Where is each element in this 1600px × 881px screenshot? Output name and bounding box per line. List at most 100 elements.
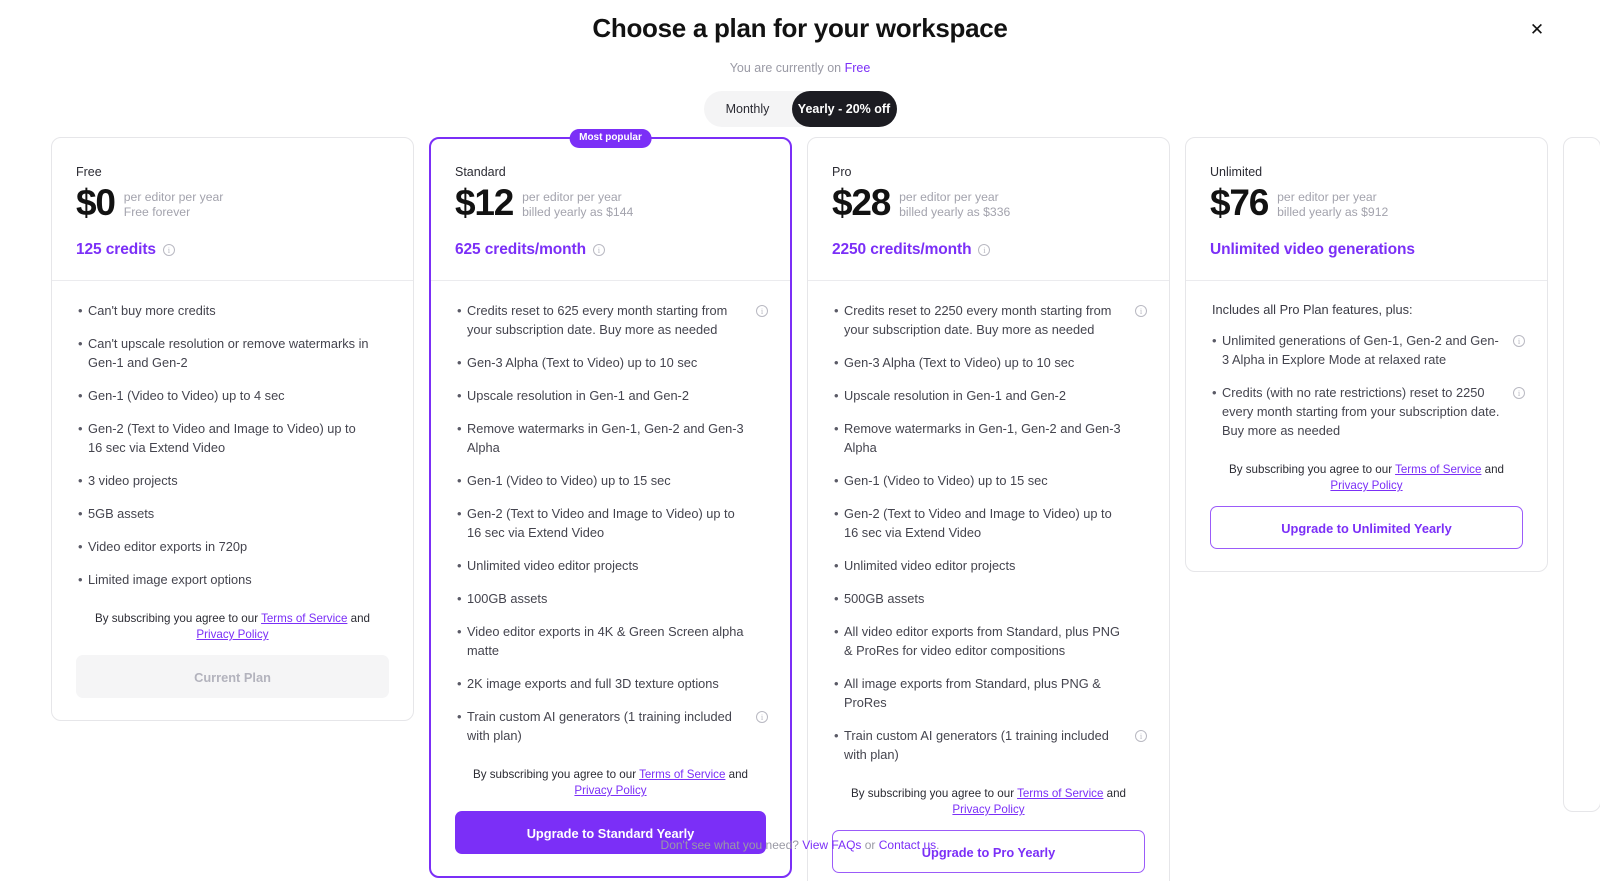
plan-feature-text: Unlimited generations of Gen-1, Gen-2 an…	[1222, 333, 1499, 367]
plan-feature-item: • Unlimited generations of Gen-1, Gen-2 a…	[1212, 331, 1525, 369]
plan-price-subtext: per editor per year billed yearly as $336	[899, 190, 1010, 223]
plan-price-subtext: per editor per year billed yearly as $912	[1277, 190, 1388, 223]
info-icon[interactable]: i	[756, 305, 768, 317]
plan-feature-text: Video editor exports in 720p	[88, 539, 248, 554]
privacy-policy-link[interactable]: Privacy Policy	[196, 628, 268, 641]
modal-header: Choose a plan for your workspace You are…	[0, 0, 1600, 127]
bullet-icon: •	[1212, 333, 1217, 348]
plan-cta-button[interactable]: Upgrade to Unlimited Yearly	[1210, 506, 1523, 549]
close-icon[interactable]: ✕	[1526, 18, 1548, 40]
plan-feature-item: • Video editor exports in 720p	[78, 537, 391, 556]
plan-price-subtext: per editor per year billed yearly as $144	[522, 190, 633, 223]
bullet-icon: •	[457, 506, 462, 521]
info-icon[interactable]: i	[1513, 387, 1525, 399]
info-icon[interactable]: i	[162, 244, 175, 256]
plan-feature-item: • Credits reset to 2250 every month start…	[834, 301, 1147, 339]
info-icon[interactable]: i	[756, 711, 768, 723]
bullet-icon: •	[78, 572, 83, 587]
plan-feature-item: • Can't upscale resolution or remove wate…	[78, 334, 391, 372]
current-plan-name: Free	[844, 61, 871, 75]
info-icon[interactable]: i	[978, 244, 991, 256]
plan-feature-text: 500GB assets	[844, 591, 925, 606]
privacy-policy-link[interactable]: Privacy Policy	[952, 803, 1024, 816]
plan-feature-text: Remove watermarks in Gen-1, Gen-2 and Ge…	[844, 421, 1121, 455]
plan-features-list: Includes all Pro Plan features, plus: • Un…	[1186, 281, 1547, 454]
plan-feature-text: Remove watermarks in Gen-1, Gen-2 and Ge…	[467, 421, 744, 455]
terms-of-service-link[interactable]: Terms of Service	[261, 612, 347, 625]
privacy-policy-link[interactable]: Privacy Policy	[574, 784, 646, 797]
plan-feature-item: • Credits reset to 625 every month starti…	[457, 301, 768, 339]
bullet-icon: •	[457, 303, 462, 318]
plan-feature-text: All image exports from Standard, plus PN…	[844, 676, 1101, 710]
plan-feature-item: • All video editor exports from Standard,…	[834, 622, 1147, 660]
plan-price: $0	[76, 182, 116, 223]
terms-of-service-link[interactable]: Terms of Service	[1017, 787, 1103, 800]
plan-credits: Unlimited video generations	[1210, 241, 1415, 258]
bullet-icon: •	[78, 303, 83, 318]
plan-feature-text: Gen-2 (Text to Video and Image to Video)…	[88, 421, 356, 455]
billing-option-monthly[interactable]: Monthly	[704, 91, 792, 127]
current-plan-status: You are currently on Free	[0, 60, 1600, 76]
bullet-icon: •	[78, 473, 83, 488]
bullet-icon: •	[834, 676, 839, 691]
plan-price-subtext: per editor per year Free forever	[124, 190, 224, 223]
plan-feature-text: 5GB assets	[88, 506, 155, 521]
legal-and: and	[1481, 463, 1504, 476]
bullet-icon: •	[834, 473, 839, 488]
plan-feature-item: • All image exports from Standard, plus P…	[834, 674, 1147, 712]
plan-feature-text: Credits (with no rate restrictions) rese…	[1222, 385, 1500, 438]
bottom-note-prefix: Don't see what you need?	[660, 838, 803, 852]
plan-feature-text: Gen-2 (Text to Video and Image to Video)…	[844, 506, 1112, 540]
plan-credits-row: Unlimited video generations	[1210, 240, 1523, 260]
bottom-note-suffix: .	[936, 838, 940, 852]
page-title: Choose a plan for your workspace	[592, 13, 1008, 43]
plan-feature-item: • Remove watermarks in Gen-1, Gen-2 and G…	[834, 419, 1147, 457]
info-icon[interactable]: i	[1135, 305, 1147, 317]
bullet-icon: •	[457, 591, 462, 606]
billing-option-yearly[interactable]: Yearly - 20% off	[791, 91, 897, 127]
plan-feature-text: All video editor exports from Standard, …	[844, 624, 1120, 658]
info-icon[interactable]: i	[1513, 335, 1525, 347]
plan-footer: By subscribing you agree to our Terms of…	[1186, 454, 1547, 571]
bullet-icon: •	[834, 558, 839, 573]
bullet-icon: •	[834, 421, 839, 436]
plan-feature-item: • Gen-2 (Text to Video and Image to Video…	[78, 419, 391, 457]
plan-feature-item: • Unlimited video editor projects	[834, 556, 1147, 575]
current-plan-prefix: You are currently on	[729, 61, 845, 75]
bullet-icon: •	[457, 676, 462, 691]
terms-of-service-link[interactable]: Terms of Service	[1395, 463, 1481, 476]
legal-prefix: By subscribing you agree to our	[95, 612, 262, 625]
plan-feature-item: • 2K image exports and full 3D texture op…	[457, 674, 768, 693]
info-icon[interactable]: i	[1135, 730, 1147, 742]
plan-feature-text: Credits reset to 2250 every month starti…	[844, 303, 1112, 337]
plan-price-row: $28 per editor per year billed yearly as $…	[832, 183, 1145, 223]
plan-feature-item: • Gen-3 Alpha (Text to Video) up to 10 se…	[834, 353, 1147, 372]
info-icon[interactable]: i	[592, 244, 605, 256]
plan-feature-item: • Gen-3 Alpha (Text to Video) up to 10 se…	[457, 353, 768, 372]
contact-us-link[interactable]: Contact us	[879, 838, 936, 852]
plan-price-per: per editor per year	[123, 190, 224, 204]
plan-feature-item: • 100GB assets	[457, 589, 768, 608]
bullet-icon: •	[457, 709, 462, 724]
view-faqs-link[interactable]: View FAQs	[802, 838, 861, 852]
bullet-icon: •	[834, 355, 839, 370]
plan-footer: By subscribing you agree to our Terms of…	[431, 759, 790, 876]
plan-cards-row: Free $0 per editor per year Free forever 125…	[51, 129, 1600, 881]
legal-prefix: By subscribing you agree to our	[851, 787, 1018, 800]
billing-period-toggle[interactable]: Monthly Yearly - 20% off	[703, 91, 897, 127]
plan-feature-item: • 500GB assets	[834, 589, 1147, 608]
legal-text: By subscribing you agree to our Terms of…	[1210, 462, 1523, 494]
bullet-icon: •	[457, 624, 462, 639]
plan-price-per: per editor per year	[1277, 190, 1377, 204]
terms-of-service-link[interactable]: Terms of Service	[639, 768, 725, 781]
plan-feature-text: Upscale resolution in Gen-1 and Gen-2	[844, 388, 1066, 403]
plan-name: Standard	[455, 165, 506, 179]
plan-feature-text: Can't upscale resolution or remove water…	[88, 336, 369, 370]
privacy-policy-link[interactable]: Privacy Policy	[1330, 479, 1402, 492]
plan-name: Free	[76, 165, 102, 179]
plan-feature-item: • Upscale resolution in Gen-1 and Gen-2	[834, 386, 1147, 405]
plan-credits: 625 credits/month	[455, 241, 586, 258]
most-popular-badge: Most popular	[569, 129, 652, 148]
plan-feature-item: • Gen-1 (Video to Video) up to 15 sec	[834, 471, 1147, 490]
plan-feature-text: Train custom AI generators (1 training i…	[467, 709, 732, 743]
